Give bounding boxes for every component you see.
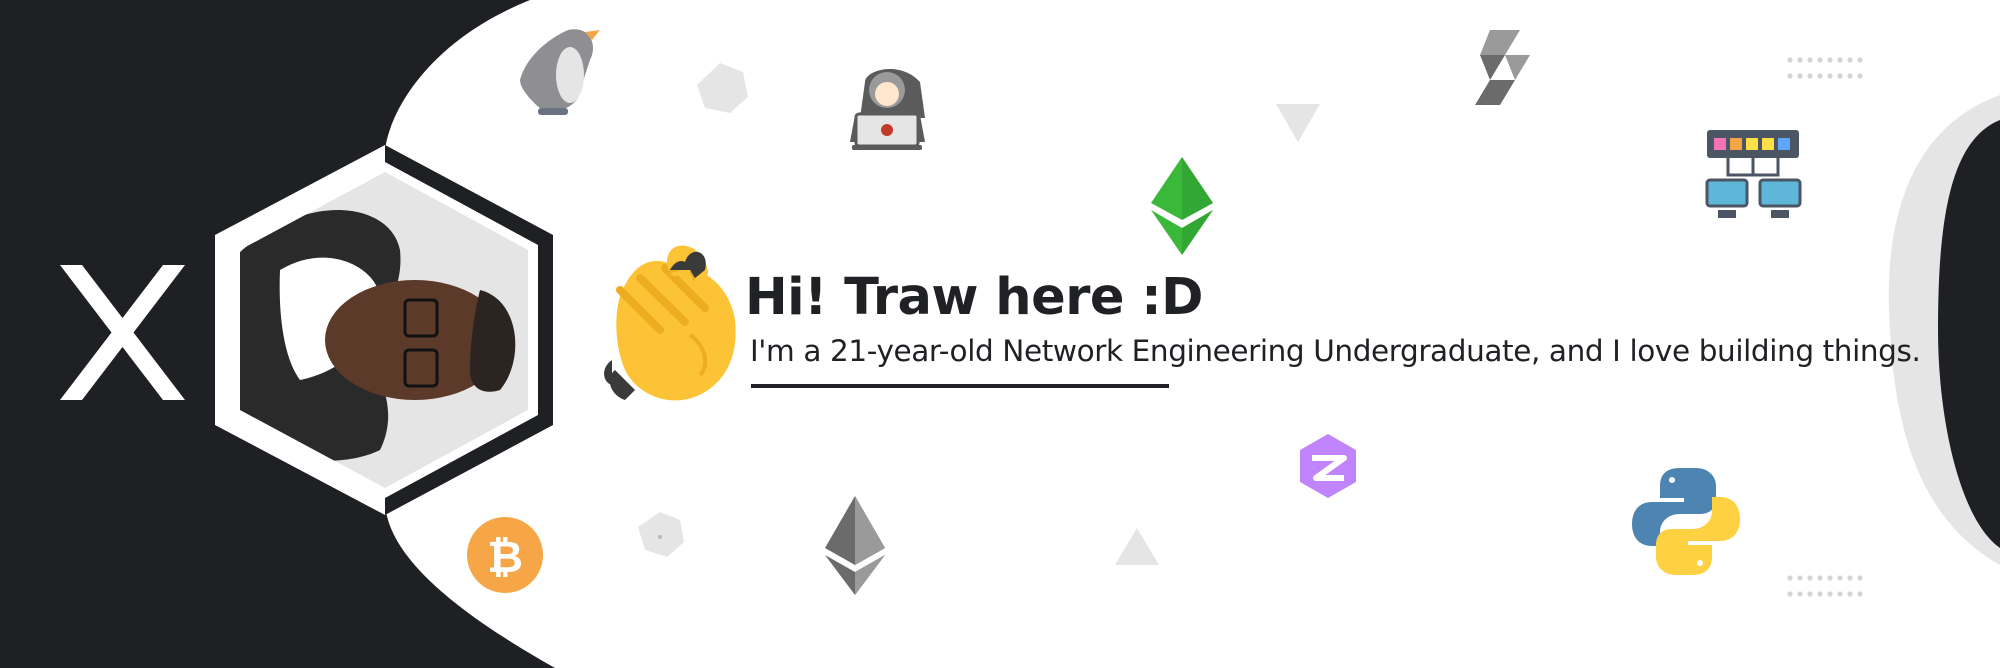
network-icon [1705, 130, 1802, 218]
solidity-icon [1475, 30, 1530, 105]
python-icon [1632, 468, 1740, 575]
zksync-icon [1300, 434, 1356, 498]
grey-triangle-shape-2 [1115, 528, 1159, 565]
headline-underline [751, 384, 1169, 388]
ethereum-classic-icon [1151, 157, 1213, 255]
bitcoin-icon: ₿ [467, 517, 543, 593]
profile-banner: ₿ Hi! Traw here :D I'm a 21-year-old Net… [0, 0, 2000, 668]
svg-text:₿: ₿ [487, 532, 523, 583]
hacker-icon [850, 68, 925, 150]
wave-hand-icon [604, 245, 736, 401]
tagline: I'm a 21-year-old Network Engineering Un… [750, 334, 1921, 368]
grey-hexagon-shape [697, 63, 748, 113]
headline: Hi! Traw here :D [745, 268, 1203, 327]
grey-hexagon-shape-2 [638, 512, 684, 557]
dot-grid-2 [1787, 575, 1863, 597]
grey-triangle-shape [1276, 104, 1320, 142]
dot-grid [1787, 57, 1863, 79]
penguin-icon [520, 29, 600, 115]
ethereum-icon [825, 496, 885, 595]
